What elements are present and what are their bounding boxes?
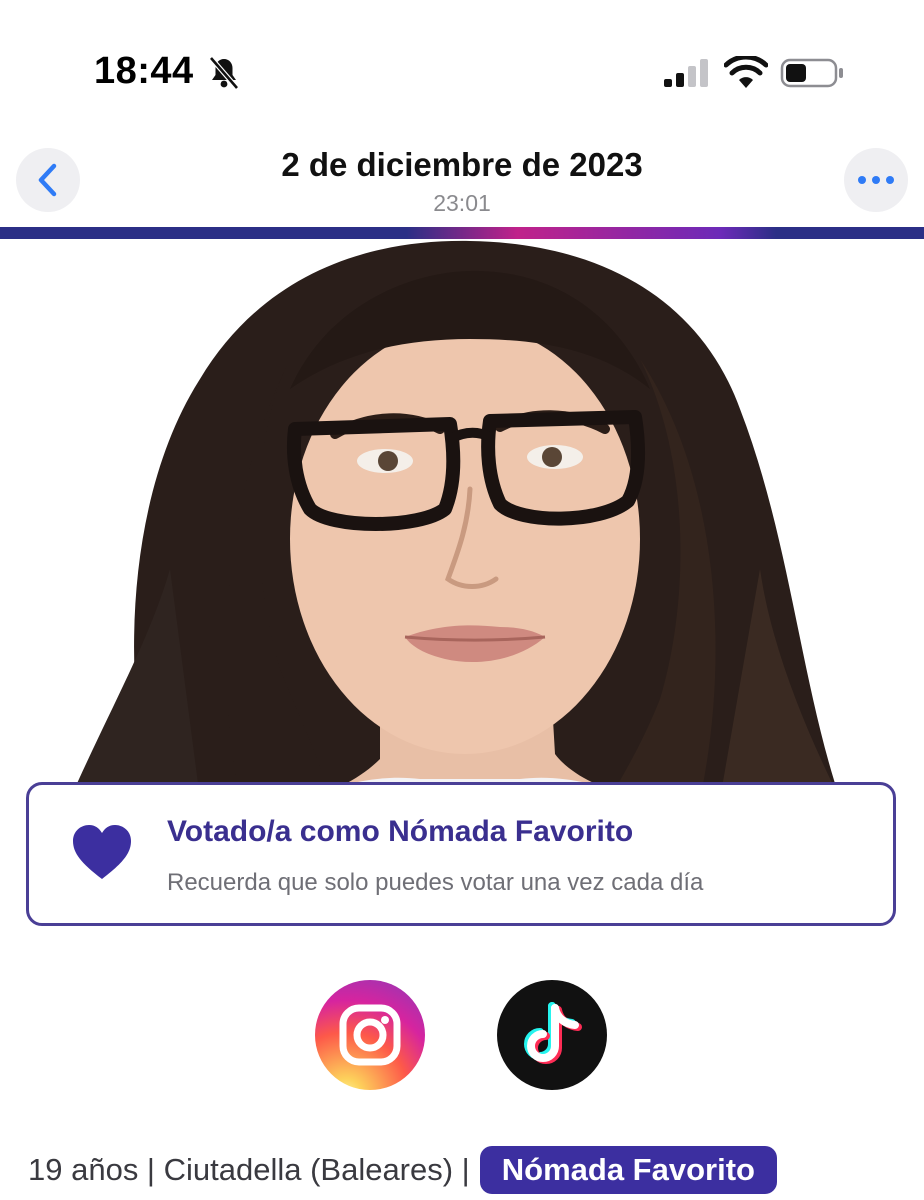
battery-icon — [780, 58, 843, 88]
status-time: 18:44 — [94, 50, 194, 92]
portrait-illustration — [70, 240, 840, 799]
status-bar: 18:44 — [0, 0, 924, 120]
nav-title: 2 de diciembre de 2023 — [281, 146, 643, 183]
ellipsis-icon — [858, 176, 894, 184]
wifi-icon — [724, 56, 768, 88]
instagram-icon — [339, 1004, 401, 1066]
instagram-button[interactable] — [315, 980, 425, 1090]
category-badge: Nómada Favorito — [479, 1146, 777, 1194]
nav-subtitle: 23:01 — [433, 190, 491, 216]
tiktok-icon — [524, 1002, 582, 1064]
nav-bar: 2 de diciembre de 2023 23:01 — [0, 130, 924, 230]
profile-info-line: 19 años | Ciutadella (Baleares) | Nómada… — [28, 1145, 777, 1195]
heart-icon — [73, 825, 131, 879]
portrait-photo — [0, 239, 924, 799]
cell-signal-icon — [664, 59, 708, 87]
bell-slash-icon — [209, 56, 239, 90]
more-button[interactable] — [844, 148, 908, 212]
vote-title: Votado/a como Nómada Favorito — [167, 815, 634, 848]
vote-subtitle: Recuerda que solo puedes votar una vez c… — [167, 869, 704, 896]
vote-confirmation-card: Votado/a como Nómada Favorito Recuerda q… — [26, 782, 896, 926]
tiktok-button[interactable] — [497, 980, 607, 1090]
profile-info: 19 años | Ciutadella (Baleares) | — [28, 1152, 470, 1187]
accent-bar — [0, 227, 924, 239]
